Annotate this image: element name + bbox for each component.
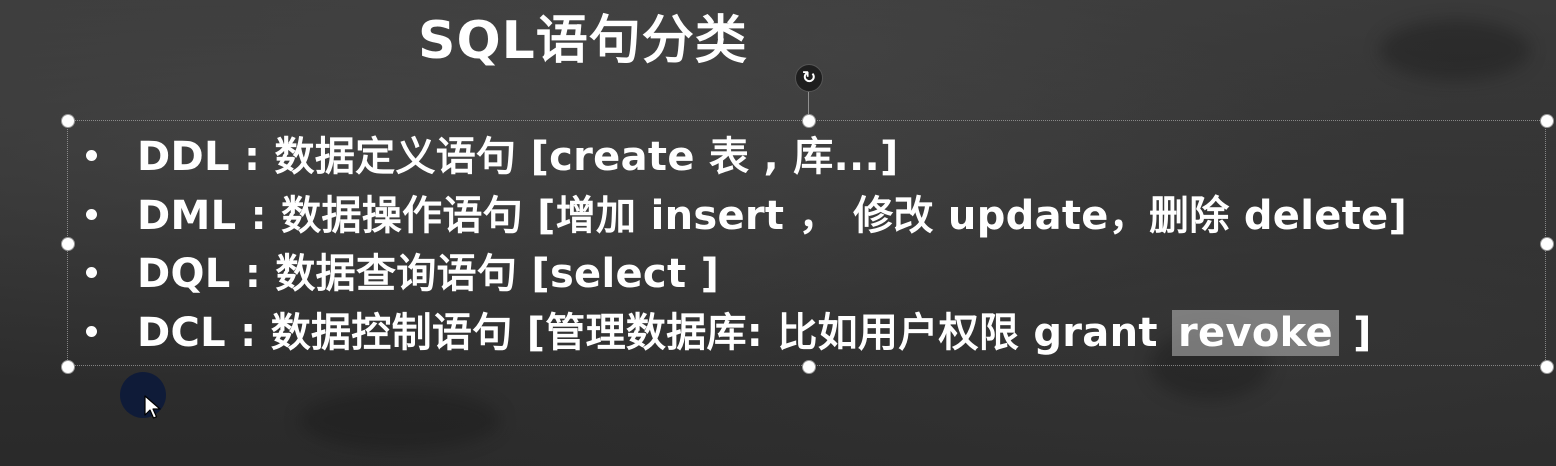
resize-handle-bottom-left[interactable] — [61, 360, 75, 374]
resize-handle-middle-left[interactable] — [61, 237, 75, 251]
mouse-pointer-icon — [144, 395, 161, 419]
resize-handle-top-left[interactable] — [61, 114, 75, 128]
list-item-text-before: DCL : 数据控制语句 [管理数据库: 比如用户权限 grant — [137, 309, 1173, 356]
bullet-icon — [86, 267, 97, 278]
rotate-icon[interactable]: ↻ — [795, 64, 823, 92]
resize-handle-top-right[interactable] — [1540, 114, 1554, 128]
resize-handle-bottom-right[interactable] — [1540, 360, 1554, 374]
list-item-text[interactable]: DML : 数据操作语句 [增加 insert ， 修改 update，删除 d… — [137, 187, 1407, 245]
resize-handle-middle-right[interactable] — [1540, 237, 1554, 251]
list-item-text[interactable]: DQL : 数据查询语句 [select ] — [137, 245, 719, 303]
list-item-text[interactable]: DCL : 数据控制语句 [管理数据库: 比如用户权限 grant revoke… — [137, 304, 1372, 362]
bullet-icon — [86, 325, 97, 337]
resize-handle-bottom-center[interactable] — [802, 360, 816, 374]
slide-title: SQL语句分类 — [418, 11, 748, 71]
list-item-text[interactable]: DDL : 数据定义语句 [create 表 , 库...] — [137, 128, 899, 186]
bullet-icon — [86, 150, 97, 161]
list-item-text-after: ] — [1338, 309, 1372, 356]
selected-text-highlight[interactable]: revoke — [1172, 309, 1339, 356]
bullet-icon — [86, 208, 97, 220]
resize-handle-top-center[interactable] — [802, 114, 816, 128]
